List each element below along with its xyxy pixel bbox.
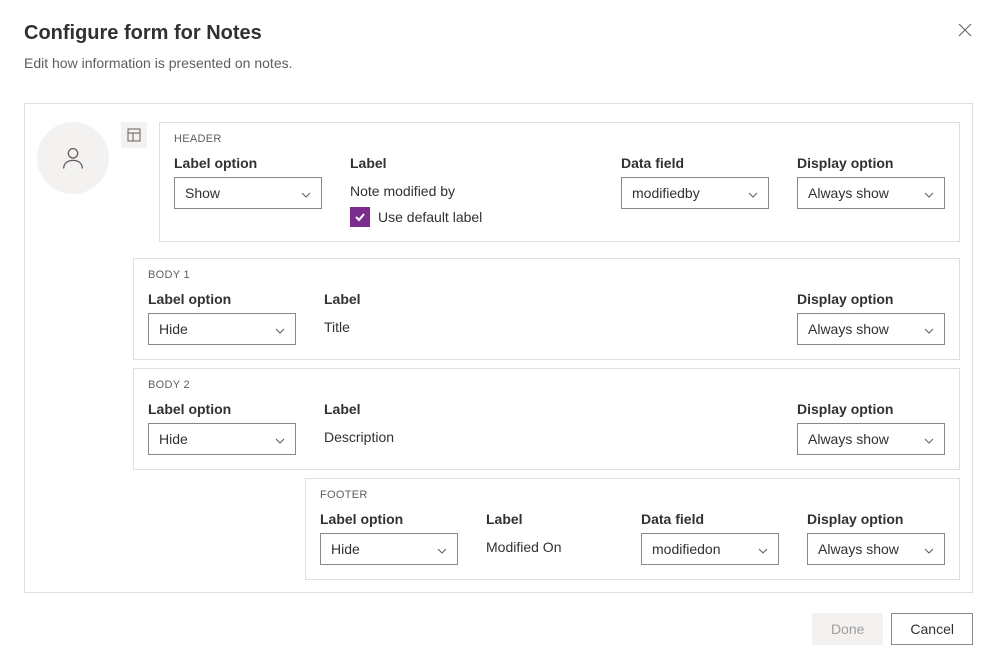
avatar: [37, 122, 109, 194]
field-label: Label: [486, 511, 613, 527]
select-value: Always show: [808, 431, 889, 447]
form-container: HEADER Label option Show Label Note modi…: [24, 103, 973, 593]
section-body2: BODY 2 Label option Hide Label Descripti…: [133, 368, 960, 470]
field-label: Label option: [320, 511, 458, 527]
body1-label-value: Title: [324, 313, 769, 335]
field-label: Label option: [148, 291, 296, 307]
dialog-actions: Done Cancel: [24, 613, 973, 645]
footer-label-option-select[interactable]: Hide: [320, 533, 458, 565]
section-title: HEADER: [174, 133, 945, 145]
footer-display-option-select[interactable]: Always show: [807, 533, 945, 565]
section-header: HEADER Label option Show Label Note modi…: [159, 122, 960, 242]
section-title: BODY 2: [148, 379, 945, 391]
field-label: Display option: [807, 511, 945, 527]
field-label: Label option: [174, 155, 322, 171]
body1-label-option-select[interactable]: Hide: [148, 313, 296, 345]
select-value: modifiedby: [632, 185, 700, 201]
field-label: Label option: [148, 401, 296, 417]
section-title: BODY 1: [148, 269, 945, 281]
footer-data-field-select[interactable]: modifiedon: [641, 533, 779, 565]
done-button: Done: [812, 613, 883, 645]
header-display-option-select[interactable]: Always show: [797, 177, 945, 209]
layout-icon: [127, 128, 141, 142]
footer-label-value: Modified On: [486, 533, 613, 555]
header-data-field-select[interactable]: modifiedby: [621, 177, 769, 209]
chevron-down-icon: [275, 431, 285, 447]
person-icon: [59, 144, 87, 172]
header-label-option-select[interactable]: Show: [174, 177, 322, 209]
field-label: Display option: [797, 155, 945, 171]
chevron-down-icon: [924, 185, 934, 201]
checkbox-label: Use default label: [378, 209, 482, 225]
select-value: Always show: [818, 541, 899, 557]
close-icon: [958, 23, 972, 37]
select-value: modifiedon: [652, 541, 721, 557]
close-button[interactable]: [957, 22, 973, 38]
check-icon: [354, 211, 366, 223]
body2-display-option-select[interactable]: Always show: [797, 423, 945, 455]
chevron-down-icon: [275, 321, 285, 337]
select-value: Always show: [808, 185, 889, 201]
field-label: Label: [324, 291, 769, 307]
chevron-down-icon: [924, 321, 934, 337]
field-label: Data field: [641, 511, 779, 527]
body1-display-option-select[interactable]: Always show: [797, 313, 945, 345]
section-title: FOOTER: [320, 489, 945, 501]
cancel-button[interactable]: Cancel: [891, 613, 973, 645]
section-body1: BODY 1 Label option Hide Label Title Dis…: [133, 258, 960, 360]
chevron-down-icon: [301, 185, 311, 201]
body2-label-value: Description: [324, 423, 769, 445]
chevron-down-icon: [437, 541, 447, 557]
chevron-down-icon: [924, 541, 934, 557]
select-value: Always show: [808, 321, 889, 337]
select-value: Hide: [159, 431, 188, 447]
field-label: Display option: [797, 291, 945, 307]
section-footer: FOOTER Label option Hide Label Modified …: [305, 478, 960, 580]
chevron-down-icon: [748, 185, 758, 201]
field-label: Data field: [621, 155, 769, 171]
field-label: Label: [350, 155, 593, 171]
layout-icon-box: [121, 122, 147, 148]
chevron-down-icon: [758, 541, 768, 557]
select-value: Hide: [331, 541, 360, 557]
chevron-down-icon: [924, 431, 934, 447]
page-subtitle: Edit how information is presented on not…: [24, 55, 973, 71]
body2-label-option-select[interactable]: Hide: [148, 423, 296, 455]
use-default-label-checkbox[interactable]: [350, 207, 370, 227]
select-value: Hide: [159, 321, 188, 337]
select-value: Show: [185, 185, 220, 201]
page-title: Configure form for Notes: [24, 22, 973, 45]
field-label: Label: [324, 401, 769, 417]
header-label-value: Note modified by: [350, 177, 593, 199]
field-label: Display option: [797, 401, 945, 417]
